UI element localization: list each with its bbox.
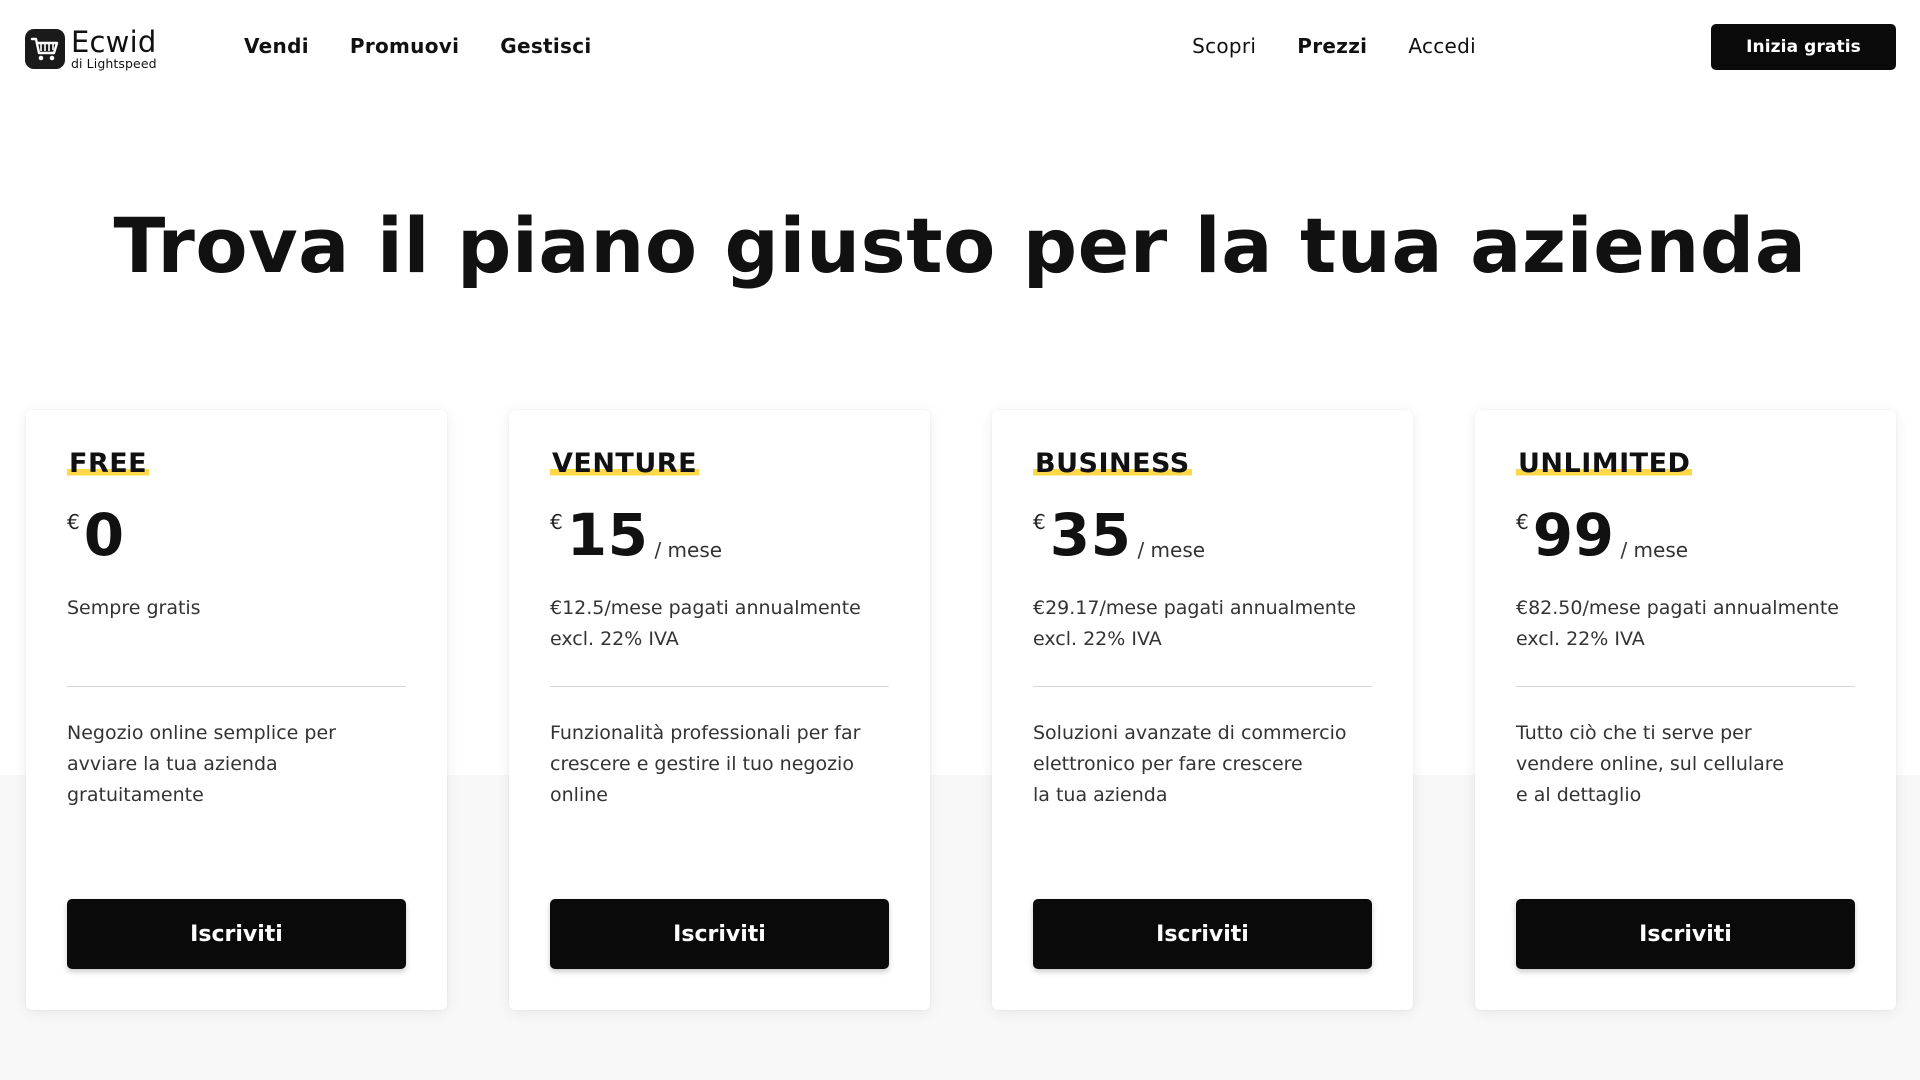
billing-note: €29.17/mese pagati annualmente excl. 22%…	[1033, 597, 1356, 650]
plan-name: FREE	[67, 448, 150, 479]
nav-promuovi[interactable]: Promuovi	[350, 34, 459, 58]
signup-button-venture[interactable]: Iscriviti	[550, 899, 889, 969]
currency-symbol: €	[67, 510, 80, 534]
price-period: / mese	[1137, 538, 1206, 562]
logo-wordmark: Ecwid di Lightspeed	[71, 28, 157, 71]
plan-card-free: FREE € 0 Sempre gratis Negozio online se…	[26, 410, 447, 1010]
plan-price: € 15 / mese	[550, 506, 722, 564]
divider	[1033, 686, 1372, 687]
plan-name: VENTURE	[550, 448, 700, 479]
plan-name: UNLIMITED	[1516, 448, 1693, 479]
shopping-cart-icon	[25, 29, 65, 70]
ecwid-logo[interactable]: Ecwid di Lightspeed	[25, 28, 157, 71]
plan-name: BUSINESS	[1033, 448, 1192, 479]
divider	[1516, 686, 1855, 687]
secondary-menu: Scopri Prezzi Accedi	[1192, 34, 1476, 58]
price-amount: 15	[566, 501, 649, 569]
divider	[550, 686, 889, 687]
currency-symbol: €	[1033, 510, 1046, 534]
nav-gestisci[interactable]: Gestisci	[500, 34, 591, 58]
currency-symbol: €	[550, 510, 563, 534]
plan-description: Soluzioni avanzate di commercio elettron…	[1033, 722, 1347, 806]
billing-note: €82.50/mese pagati annualmente excl. 22%…	[1516, 597, 1839, 650]
plan-price: € 35 / mese	[1033, 506, 1205, 564]
plan-card-venture: VENTURE € 15 / mese €12.5/mese pagati an…	[509, 410, 930, 1010]
price-amount: 35	[1049, 501, 1132, 569]
billing-note: Sempre gratis	[67, 597, 201, 619]
price-amount: 0	[83, 501, 125, 569]
page-title: Trova il piano giusto per la tua azienda	[113, 201, 1807, 290]
plan-price: € 0	[67, 506, 131, 564]
nav-accedi[interactable]: Accedi	[1408, 34, 1476, 58]
brand-subtitle: di Lightspeed	[71, 56, 157, 71]
plan-description: Tutto ciò che ti serve per vendere onlin…	[1516, 722, 1784, 806]
plan-card-unlimited: UNLIMITED € 99 / mese €82.50/mese pagati…	[1475, 410, 1896, 1010]
plan-price: € 99 / mese	[1516, 506, 1688, 564]
divider	[67, 686, 406, 687]
brand-name: Ecwid	[71, 25, 157, 59]
plan-description: Negozio online semplice per avviare la t…	[67, 722, 336, 806]
pricing-plans: FREE € 0 Sempre gratis Negozio online se…	[26, 410, 1896, 1010]
start-free-button[interactable]: Inizia gratis	[1711, 24, 1896, 70]
plan-description: Funzionalità professionali per far cresc…	[550, 722, 861, 806]
signup-button-business[interactable]: Iscriviti	[1033, 899, 1372, 969]
primary-menu: Vendi Promuovi Gestisci	[244, 34, 592, 58]
nav-prezzi[interactable]: Prezzi	[1297, 34, 1367, 58]
nav-scopri[interactable]: Scopri	[1192, 34, 1256, 58]
billing-note: €12.5/mese pagati annualmente excl. 22% …	[550, 597, 861, 650]
signup-button-unlimited[interactable]: Iscriviti	[1516, 899, 1855, 969]
plan-card-business: BUSINESS € 35 / mese €29.17/mese pagati …	[992, 410, 1413, 1010]
price-period: / mese	[1620, 538, 1689, 562]
price-amount: 99	[1532, 501, 1615, 569]
top-navigation: Ecwid di Lightspeed Vendi Promuovi Gesti…	[0, 0, 1920, 94]
currency-symbol: €	[1516, 510, 1529, 534]
nav-vendi[interactable]: Vendi	[244, 34, 309, 58]
signup-button-free[interactable]: Iscriviti	[67, 899, 406, 969]
price-period: / mese	[654, 538, 723, 562]
